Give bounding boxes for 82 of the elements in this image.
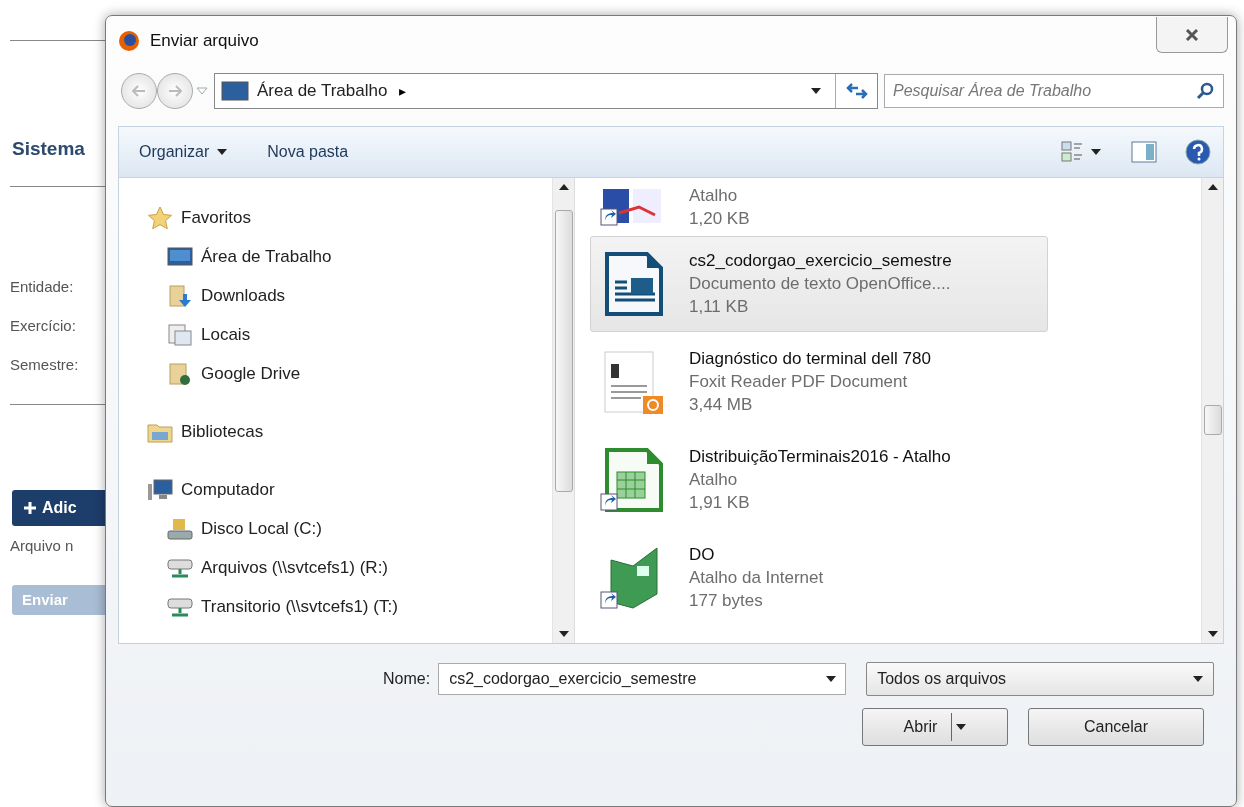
file-item[interactable]: DO Atalho da Internet 177 bytes [590,530,1048,626]
places-icon [167,322,193,347]
file-item[interactable]: DistribuiçãoTerminais2016 - Atalho Atalho 1,91 KB [590,432,1048,528]
close-button[interactable] [1156,17,1228,53]
nav-item[interactable]: Downloads [201,285,286,306]
star-icon [147,205,173,230]
file-name: Diagnóstico do terminal dell 780 [689,349,931,369]
history-caret-icon[interactable] [196,87,208,95]
scrollbar[interactable] [1201,178,1223,643]
file-name: DistribuiçãoTerminais2016 - Atalho [689,447,951,467]
right-arrow-icon [168,85,182,97]
nav-item[interactable]: Google Drive [201,363,301,384]
preview-pane-icon[interactable] [1131,141,1157,163]
scrollbar[interactable] [552,178,574,643]
nav-item[interactable]: Disco Local (C:) [201,518,322,539]
file-size: 1,91 KB [689,493,751,513]
file-size: 3,44 MB [689,395,754,415]
field-label: Exercício: [10,316,77,336]
file-size: 1,20 KB [689,208,750,229]
caret-icon [826,676,837,682]
file-type: Atalho da Internet [689,568,824,588]
download-folder-icon [167,283,193,308]
scroll-up-icon [1207,184,1218,190]
search-field[interactable]: Pesquisar Área de Trabalho [884,74,1224,108]
scroll-down-icon [1207,631,1218,637]
name-label: Nome: [383,670,431,688]
open-button[interactable]: Abrir [862,708,1008,746]
add-label: Adic [42,499,77,517]
cancel-button[interactable]: Cancelar [1028,708,1204,746]
back-button[interactable] [121,73,157,109]
file-type: Foxit Reader PDF Document [689,372,909,392]
organize-menu[interactable]: Organizar [139,143,228,161]
file-size: 1,11 KB [689,297,750,317]
search-icon [1196,82,1214,100]
folder-icon [167,361,193,386]
nav-item[interactable]: Favoritos [181,207,251,228]
field-label: Semestre: [10,355,80,375]
new-folder-button[interactable]: Nova pasta [267,143,349,161]
browser-logo-icon [118,30,140,52]
close-icon [1185,27,1199,42]
file-name-field[interactable]: cs2_codorgao_exercicio_semestre [438,663,847,695]
file-name: DO [689,545,716,565]
location-crumb[interactable]: Área de Trabalho [257,81,388,101]
nav-item[interactable]: Computador [181,479,275,500]
file-item[interactable]: cs2_codorgao_exercicio_semestre Documento de texto OpenOffice.... 1,11 KB [590,236,1048,332]
forward-button[interactable] [157,73,193,109]
plus-icon [24,502,36,514]
file-size: 177 bytes [689,591,764,611]
caret-icon [956,724,967,730]
file-name: cs2_codorgao_exercicio_semestre [689,251,952,271]
monitor-icon [221,81,249,101]
nav-item[interactable]: Locais [201,324,251,345]
disk-drive-icon [167,516,193,541]
file-item[interactable]: Diagnóstico do terminal dell 780 Foxit Reader PDF Document 3,44 MB [590,334,1048,430]
nav-item[interactable]: Arquivos (\\svtcefs1) (R:) [201,557,389,578]
scrollbar-thumb[interactable] [554,210,573,492]
file-status-text: Arquivo n [10,536,75,556]
monitor-icon [167,244,193,269]
refresh-arrows-icon [845,82,868,100]
window-title: Enviar arquivo [150,31,260,51]
page-heading: Sistema [12,138,86,160]
caret-icon [1193,676,1204,682]
view-options-icon[interactable] [1061,141,1103,163]
computer-icon [147,477,173,502]
scrollbar-thumb[interactable] [1203,405,1222,435]
help-icon[interactable] [1185,139,1211,165]
breadcrumb-arrow[interactable]: ▸ [399,83,811,99]
caret-icon [217,149,228,155]
field-label: Entidade: [10,277,75,297]
dropdown-caret-icon [811,88,821,94]
nav-item[interactable]: Transitorio (\\svtcefs1) (T:) [201,596,398,617]
file-item[interactable]: Atalho 1,20 KB [590,180,1048,234]
left-arrow-icon [132,85,146,97]
file-type: Documento de texto OpenOffice.... [689,274,952,294]
file-type-select[interactable]: Todos os arquivos [866,662,1215,696]
nav-item[interactable]: Área de Trabalho [201,246,332,267]
scroll-up-icon [558,184,569,190]
nav-item[interactable]: Bibliotecas [181,421,264,442]
file-type: Atalho [689,185,739,206]
scroll-down-icon [558,631,569,637]
address-bar[interactable]: Área de Trabalho ▸ [214,73,878,109]
file-type: Atalho [689,470,739,490]
